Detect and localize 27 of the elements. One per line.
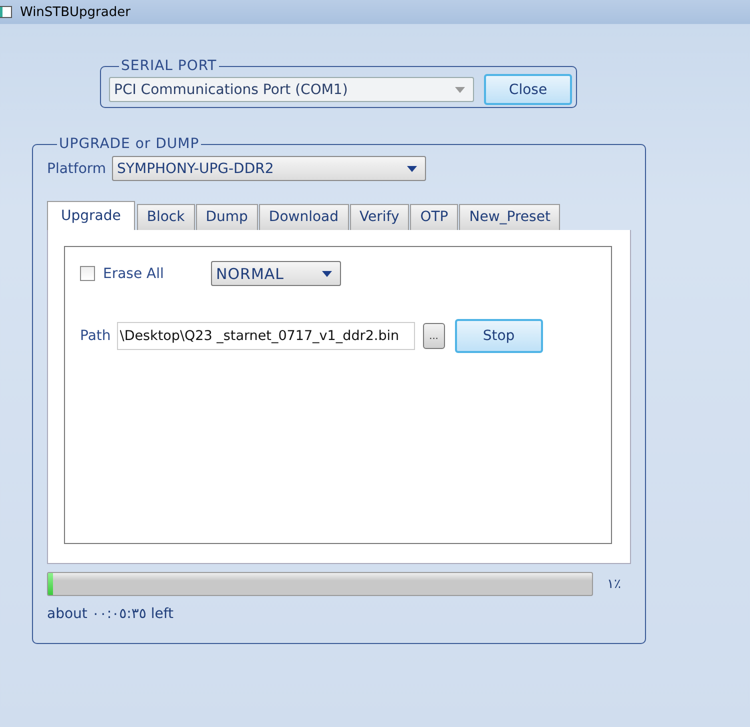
tab[interactable]: Block: [136, 204, 195, 230]
tab[interactable]: Upgrade: [47, 201, 135, 230]
tab[interactable]: Verify: [350, 204, 410, 230]
browse-button[interactable]: ...: [422, 323, 445, 349]
platform-label: Platform: [47, 160, 106, 176]
path-field[interactable]: \Desktop\Q23 _starnet_0717_v1_ddr2.bin: [116, 322, 415, 350]
progress-percent: ١٪: [607, 576, 621, 592]
tab[interactable]: OTP: [410, 204, 458, 230]
stop-button[interactable]: Stop: [454, 319, 543, 353]
mode-dropdown[interactable]: NORMAL: [211, 261, 341, 286]
group-legend: UPGRADE or DUMP: [57, 136, 202, 152]
path-label: Path: [80, 328, 111, 344]
tab[interactable]: Dump: [196, 204, 258, 230]
caret-icon: [407, 166, 418, 172]
tab[interactable]: New_Preset: [459, 204, 560, 230]
checkbox[interactable]: [80, 266, 95, 281]
checkbox-label: Erase All: [103, 266, 165, 282]
caret-icon: [455, 86, 465, 92]
window-title: WinSTBUpgrader: [20, 4, 130, 20]
close-button[interactable]: Close: [484, 74, 572, 105]
app-icon: [0, 6, 12, 18]
port-dropdown[interactable]: PCI Communications Port (COM1): [109, 77, 474, 102]
group-legend: SERIAL PORT: [119, 58, 219, 74]
platform-dropdown[interactable]: SYMPHONY-UPG-DDR2: [112, 156, 426, 181]
time-left-text: about ٠٠:٠٥:٣٥ left: [47, 606, 175, 622]
tab[interactable]: Download: [258, 204, 349, 230]
caret-icon: [322, 270, 332, 276]
